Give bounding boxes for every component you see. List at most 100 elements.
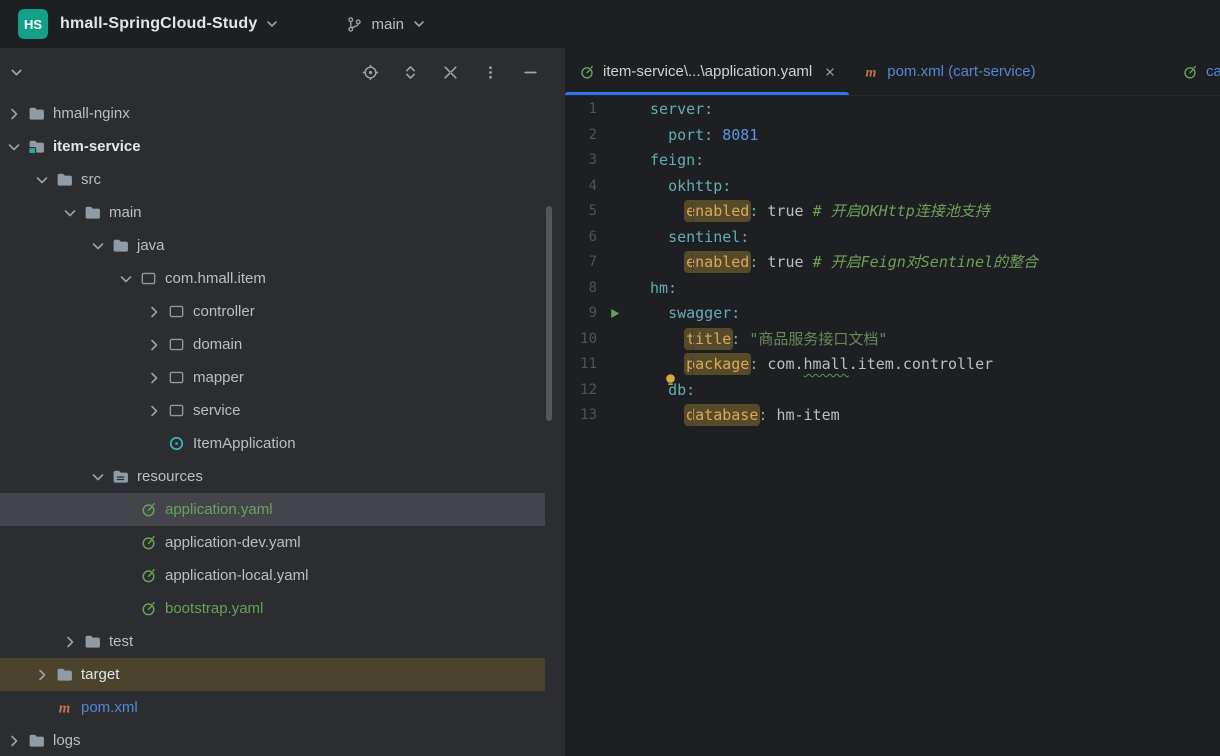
chevron-down-icon[interactable] bbox=[34, 172, 50, 188]
close-icon[interactable] bbox=[823, 65, 837, 79]
tab-label: item-service\...\application.yaml bbox=[603, 63, 812, 80]
project-name[interactable]: hmall-SpringCloud-Study bbox=[60, 15, 257, 33]
tree-item-label: application-dev.yaml bbox=[165, 534, 301, 551]
branch-selector[interactable]: main bbox=[346, 16, 427, 33]
tree-item-mapper[interactable]: mapper bbox=[0, 361, 545, 394]
tree-item-java[interactable]: java bbox=[0, 229, 545, 262]
expand-all-icon[interactable] bbox=[402, 64, 419, 81]
chevron-spacer bbox=[118, 568, 134, 584]
tree-item-target[interactable]: target bbox=[0, 658, 545, 691]
tree-item-test[interactable]: test bbox=[0, 625, 545, 658]
tree-item-hmall-nginx[interactable]: hmall-nginx bbox=[0, 97, 545, 130]
toolbar-icons bbox=[362, 64, 539, 81]
chevron-right-icon[interactable] bbox=[62, 634, 78, 650]
chevron-down-icon[interactable] bbox=[264, 16, 280, 32]
tree-item-application-dev-yaml[interactable]: application-dev.yaml bbox=[0, 526, 545, 559]
editor-tab-2[interactable]: mpom.xml (cart-service) bbox=[849, 48, 1047, 95]
tree-item-application-local-yaml[interactable]: application-local.yaml bbox=[0, 559, 545, 592]
chevron-down-icon[interactable] bbox=[90, 469, 106, 485]
tree-item-label: ItemApplication bbox=[193, 435, 296, 452]
yaml-icon bbox=[140, 567, 157, 584]
tree-item-domain[interactable]: domain bbox=[0, 328, 545, 361]
editor-tab-3[interactable]: ca bbox=[1168, 48, 1220, 95]
code-editor[interactable]: 1server:2 port: 80813feign:4 okhttp:5 en… bbox=[565, 96, 1220, 756]
code-line-6[interactable]: 6 sentinel: bbox=[565, 225, 1220, 251]
tool-window-chevron-icon[interactable] bbox=[8, 64, 25, 81]
chevron-down-icon[interactable] bbox=[90, 238, 106, 254]
tree-item-bootstrap-yaml[interactable]: bootstrap.yaml bbox=[0, 592, 545, 625]
code-line-5[interactable]: 5 enabled: true # 开启OKHttp连接池支持 bbox=[565, 199, 1220, 225]
chevron-down-icon[interactable] bbox=[6, 139, 22, 155]
tree-item-service[interactable]: service bbox=[0, 394, 545, 427]
package-icon bbox=[168, 336, 185, 353]
code-line-1[interactable]: 1server: bbox=[565, 97, 1220, 123]
tree-item-logs[interactable]: logs bbox=[0, 724, 545, 756]
code-line-4[interactable]: 4 okhttp: bbox=[565, 174, 1220, 200]
chevron-spacer bbox=[118, 535, 134, 551]
chevron-right-icon[interactable] bbox=[6, 733, 22, 749]
line-number: 2 bbox=[565, 123, 597, 149]
tree-item-label: pom.xml bbox=[81, 699, 138, 716]
folder-icon bbox=[84, 204, 101, 221]
tree-item-label: application-local.yaml bbox=[165, 567, 308, 584]
folder-icon bbox=[56, 666, 73, 683]
code-line-9[interactable]: 9 swagger: bbox=[565, 301, 1220, 327]
resources-folder-icon bbox=[112, 468, 129, 485]
tree-item-application-yaml[interactable]: application.yaml bbox=[0, 493, 545, 526]
tree-item-item-service[interactable]: item-service bbox=[0, 130, 545, 163]
run-icon[interactable] bbox=[607, 306, 622, 321]
tree-item-pom-xml[interactable]: mpom.xml bbox=[0, 691, 545, 724]
locate-icon[interactable] bbox=[362, 64, 379, 81]
chevron-down-icon[interactable] bbox=[118, 271, 134, 287]
line-number: 13 bbox=[565, 403, 597, 429]
tree-item-label: service bbox=[193, 402, 241, 419]
folder-icon bbox=[28, 732, 45, 749]
code-line-10[interactable]: 10 title: "商品服务接口文档" bbox=[565, 327, 1220, 353]
chevron-right-icon[interactable] bbox=[146, 370, 162, 386]
package-icon bbox=[168, 369, 185, 386]
tree-item-label: domain bbox=[193, 336, 242, 353]
tree-item-label: src bbox=[81, 171, 101, 188]
tree-item-controller[interactable]: controller bbox=[0, 295, 545, 328]
code-line-13[interactable]: 13 database: hm-item bbox=[565, 403, 1220, 429]
chevron-right-icon[interactable] bbox=[6, 106, 22, 122]
app-logo: HS bbox=[18, 9, 48, 39]
line-number: 3 bbox=[565, 148, 597, 174]
code-line-12[interactable]: 12 db: bbox=[565, 378, 1220, 404]
tree-item-label: target bbox=[81, 666, 119, 683]
tree-item-com-hmall-item[interactable]: com.hmall.item bbox=[0, 262, 545, 295]
more-options-icon[interactable] bbox=[482, 64, 499, 81]
code-line-8[interactable]: 8hm: bbox=[565, 276, 1220, 302]
chevron-spacer bbox=[34, 700, 50, 716]
chevron-right-icon[interactable] bbox=[146, 304, 162, 320]
tab-label: ca bbox=[1206, 63, 1220, 80]
chevron-spacer bbox=[118, 601, 134, 617]
chevron-right-icon[interactable] bbox=[146, 403, 162, 419]
line-number: 7 bbox=[565, 250, 597, 276]
tree-item-label: com.hmall.item bbox=[165, 270, 266, 287]
line-number: 6 bbox=[565, 225, 597, 251]
chevron-right-icon[interactable] bbox=[34, 667, 50, 683]
tree-item-itemapplication[interactable]: ItemApplication bbox=[0, 427, 545, 460]
collapse-all-icon[interactable] bbox=[442, 64, 459, 81]
tree-item-resources[interactable]: resources bbox=[0, 460, 545, 493]
hide-icon[interactable] bbox=[522, 64, 539, 81]
indent-guide bbox=[692, 330, 693, 350]
code-line-7[interactable]: 7 enabled: true # 开启Feign对Sentinel的整合 bbox=[565, 250, 1220, 276]
tab-label: pom.xml (cart-service) bbox=[887, 63, 1035, 80]
package-icon bbox=[140, 270, 157, 287]
editor-tab-1[interactable]: item-service\...\application.yaml bbox=[565, 48, 849, 95]
tree-item-src[interactable]: src bbox=[0, 163, 545, 196]
lightbulb-icon[interactable] bbox=[663, 372, 678, 387]
code-text: enabled: true # 开启Feign对Sentinel的整合 bbox=[650, 250, 1220, 276]
chevron-down-icon[interactable] bbox=[62, 205, 78, 221]
code-text: package: com.hmall.item.controller bbox=[650, 352, 1220, 378]
code-line-3[interactable]: 3feign: bbox=[565, 148, 1220, 174]
project-tree: hmall-nginxitem-service src mainjava com.hm… bbox=[0, 97, 565, 756]
editor-pane: item-service\...\application.yaml mpom.xm… bbox=[565, 48, 1220, 756]
chevron-right-icon[interactable] bbox=[146, 337, 162, 353]
code-line-2[interactable]: 2 port: 8081 bbox=[565, 123, 1220, 149]
tree-scrollbar[interactable] bbox=[546, 206, 552, 421]
code-text: port: 8081 bbox=[650, 123, 1220, 149]
tree-item-main[interactable]: main bbox=[0, 196, 545, 229]
